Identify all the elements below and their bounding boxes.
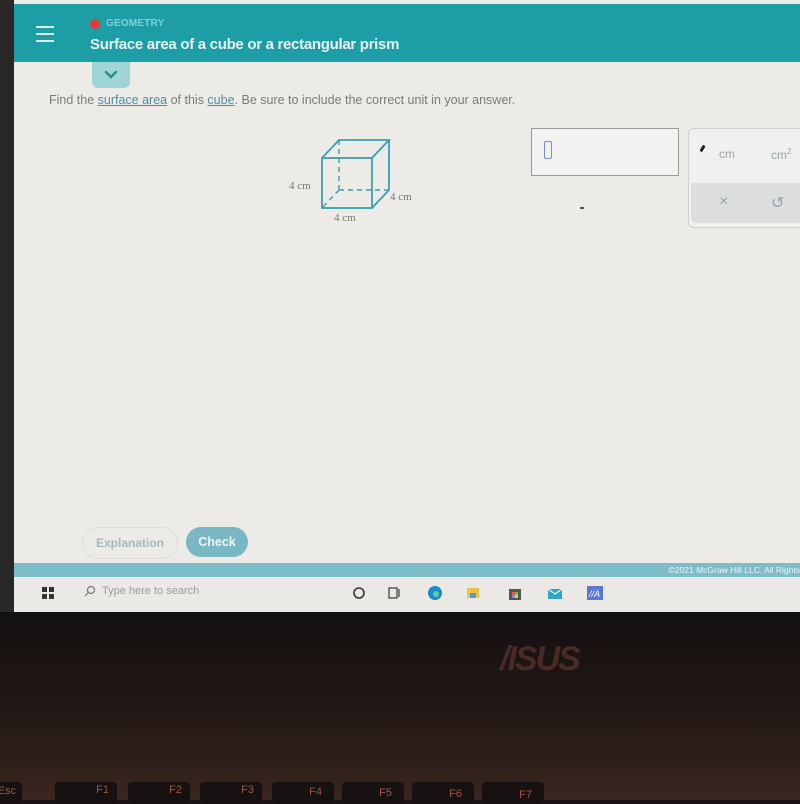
unit-cm2-label: cm (771, 148, 787, 162)
hidden-edge-diagonal (321, 189, 340, 209)
collapse-toggle[interactable] (92, 62, 130, 88)
search-icon (84, 585, 96, 597)
input-cursor-icon (544, 141, 552, 159)
height-label: 4 cm (289, 180, 311, 192)
unit-cm-button[interactable]: cm (719, 147, 735, 161)
clear-button[interactable]: × (719, 193, 728, 211)
edge-icon[interactable] (426, 584, 444, 602)
browser-screen: GEOMETRY Surface area of a cube or a rec… (0, 0, 800, 612)
question-suffix: . Be sure to include the correct unit in… (234, 93, 516, 107)
cube-top-face (321, 139, 392, 159)
pen-mark-icon (699, 144, 706, 153)
mail-icon[interactable] (546, 584, 564, 602)
laptop-body (0, 612, 800, 800)
depth-label: 4 cm (390, 191, 412, 203)
brand-logo: /ISUS (500, 640, 581, 678)
key-label: F2 (169, 784, 182, 796)
cube-link[interactable]: cube (207, 93, 234, 107)
unit-cm2-exponent: 2 (787, 147, 792, 156)
svg-text://A: //A (588, 589, 600, 599)
chevron-down-icon (104, 70, 118, 79)
status-dot-icon (90, 18, 100, 29)
hamburger-menu-icon[interactable] (36, 26, 54, 44)
key-label: F3 (241, 784, 254, 796)
explanation-button[interactable]: Explanation (82, 527, 178, 559)
check-button[interactable]: Check (186, 527, 248, 557)
stray-mark (580, 207, 584, 209)
cube-figure: 4 cm 4 cm 4 cm (282, 130, 432, 230)
topic-line: GEOMETRY (90, 18, 164, 29)
taskbar-search[interactable]: Type here to search (84, 585, 199, 597)
surface-area-link[interactable]: surface area (98, 93, 167, 107)
question-text: Find the surface area of this cube. Be s… (49, 93, 515, 107)
key-label: F7 (519, 789, 532, 801)
app-icon[interactable]: //A (586, 584, 604, 602)
copyright-text: ©2021 McGraw Hill LLC. All Rights (668, 565, 800, 575)
search-placeholder: Type here to search (102, 585, 200, 597)
keyboard-row: Esc F1 F2 F3 F4 F5 F6 F7 (0, 778, 800, 804)
question-middle: of this (167, 93, 208, 107)
cube-front-face (321, 157, 373, 209)
task-view-icon[interactable] (386, 584, 404, 602)
page-title: Surface area of a cube or a rectangular … (90, 36, 400, 53)
action-row: × ↺ (691, 183, 800, 223)
width-label: 4 cm (334, 212, 356, 224)
question-prefix: Find the (49, 93, 98, 107)
screen-bezel (0, 0, 14, 612)
file-explorer-icon[interactable] (464, 584, 482, 602)
header-bar: GEOMETRY Surface area of a cube or a rec… (14, 4, 800, 62)
topic-label: GEOMETRY (106, 18, 165, 29)
unit-panel: cm cm2 × ↺ (688, 128, 800, 228)
unit-row: cm cm2 (689, 129, 800, 179)
key-label: F4 (309, 786, 322, 798)
unit-cm2-button[interactable]: cm2 (771, 147, 791, 162)
answer-input[interactable] (531, 128, 679, 176)
key-label: F6 (449, 788, 462, 800)
store-icon[interactable] (506, 584, 524, 602)
cortana-icon[interactable] (350, 584, 368, 602)
key-label: Esc (0, 785, 16, 797)
key-label: F5 (379, 787, 392, 799)
footer-bar: ©2021 McGraw Hill LLC. All Rights (14, 563, 800, 577)
windows-start-icon[interactable] (42, 587, 54, 599)
undo-button[interactable]: ↺ (771, 193, 784, 213)
key-label: F1 (96, 784, 109, 796)
unit-cm-label: cm (719, 147, 735, 161)
windows-taskbar: Type here to search //A (14, 578, 800, 608)
